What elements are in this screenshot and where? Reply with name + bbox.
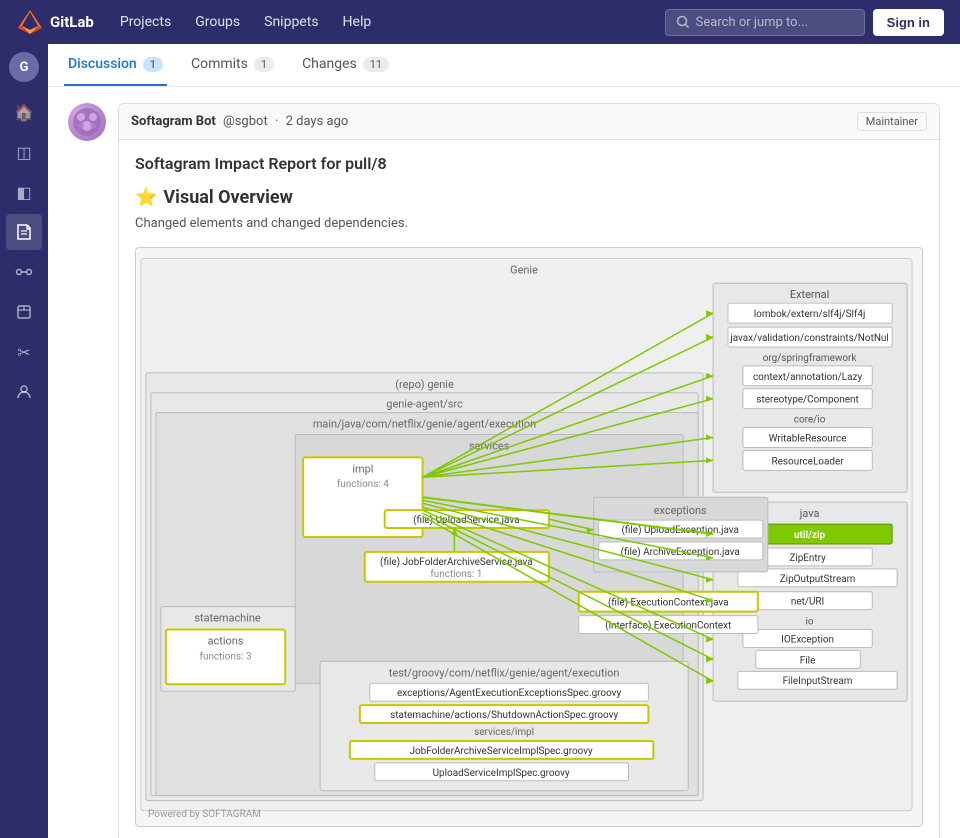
nav-search: Search or jump to... Sign in <box>665 9 944 36</box>
svg-text:External: External <box>790 288 829 301</box>
sidebar-issues-icon[interactable]: ◫ <box>6 134 42 170</box>
svg-text:statemachine: statemachine <box>194 612 261 625</box>
nav-logo[interactable]: GitLab <box>16 8 94 36</box>
svg-text:UploadServiceImplSpec.groovy: UploadServiceImplSpec.groovy <box>433 768 570 779</box>
svg-text:exceptions: exceptions <box>654 504 707 517</box>
sidebar-wiki-icon[interactable]: ✂ <box>6 334 42 370</box>
sidebar-home-icon[interactable]: 🏠 <box>6 94 42 130</box>
sign-in-button[interactable]: Sign in <box>873 9 944 36</box>
sidebar: G 🏠 ◫ ◧ ✂ <box>0 44 48 838</box>
svg-text:util/zip: util/zip <box>794 530 826 541</box>
changes-badge: 11 <box>363 57 389 72</box>
sidebar-repo-icon[interactable] <box>6 214 42 250</box>
svg-text:java: java <box>799 507 820 520</box>
search-box[interactable]: Search or jump to... <box>665 9 865 36</box>
svg-text:ZipEntry: ZipEntry <box>789 553 826 564</box>
nav-groups[interactable]: Groups <box>185 8 250 36</box>
nav-projects[interactable]: Projects <box>110 8 181 36</box>
sidebar-pipelines-icon[interactable] <box>6 254 42 290</box>
comment-content: Softagram Impact Report for pull/8 ⭐ Vis… <box>119 140 939 838</box>
svg-text:services: services <box>469 439 510 452</box>
svg-text:impl: impl <box>352 462 373 475</box>
tab-discussion[interactable]: Discussion 1 <box>64 44 167 86</box>
nav-help[interactable]: Help <box>333 8 382 36</box>
sidebar-members-icon[interactable] <box>6 374 42 410</box>
maintainer-badge: Maintainer <box>857 112 927 131</box>
search-icon <box>676 15 690 29</box>
svg-text:context/annotation/Lazy: context/annotation/Lazy <box>753 372 862 383</box>
star-icon: ⭐ <box>135 187 157 208</box>
svg-text:ZipOutputStream: ZipOutputStream <box>780 574 856 585</box>
comment-section: Softagram Bot @sgbot · 2 days ago Mainta… <box>48 87 960 838</box>
svg-text:functions: 4: functions: 4 <box>337 479 389 490</box>
svg-text:javax/validation/constraints/N: javax/validation/constraints/NotNul <box>729 333 889 344</box>
softagram-footer: Powered by SOFTAGRAM <box>148 809 261 820</box>
svg-text:statemachine/actions/ShutdownA: statemachine/actions/ShutdownActionSpec.… <box>390 710 618 721</box>
svg-text:lombok/extern/slf4j/Slf4j: lombok/extern/slf4j/Slf4j <box>754 309 866 320</box>
svg-text:core/io: core/io <box>794 415 826 426</box>
comment-title: Softagram Impact Report for pull/8 <box>135 154 923 173</box>
svg-text:functions: 3: functions: 3 <box>200 651 252 662</box>
avatar <box>68 103 106 141</box>
svg-text:org/springframework: org/springframework <box>763 353 858 364</box>
svg-text:(repo) genie: (repo) genie <box>395 378 454 391</box>
diagram-svg: Genie External lombok/extern/slf4j/Slf4j… <box>136 248 922 826</box>
svg-text:net/URI: net/URI <box>791 597 824 608</box>
svg-text:services/impl: services/impl <box>474 727 534 738</box>
comment-body: Softagram Bot @sgbot · 2 days ago Mainta… <box>118 103 940 838</box>
svg-text:File: File <box>800 655 816 666</box>
sidebar-packages-icon[interactable] <box>6 294 42 330</box>
tabs-bar: Discussion 1 Commits 1 Changes 11 <box>48 44 960 87</box>
commits-badge: 1 <box>254 57 274 72</box>
comment-author-info: Softagram Bot @sgbot · 2 days ago <box>131 114 348 129</box>
tab-changes[interactable]: Changes 11 <box>298 44 393 86</box>
svg-text:io: io <box>806 617 814 628</box>
subtext: Changed elements and changed dependencie… <box>135 216 923 231</box>
svg-text:(file) ArchiveException.java: (file) ArchiveException.java <box>621 547 740 558</box>
svg-text:Genie: Genie <box>510 263 538 276</box>
comment-top-bar: Softagram Bot @sgbot · 2 days ago Mainta… <box>119 104 939 140</box>
nav-links: Projects Groups Snippets Help <box>110 8 381 36</box>
comment-header: Softagram Bot @sgbot · 2 days ago Mainta… <box>68 103 940 838</box>
svg-text:functions: 1: functions: 1 <box>430 569 482 580</box>
diagram-container: Genie External lombok/extern/slf4j/Slf4j… <box>135 247 923 827</box>
sidebar-mr-icon[interactable]: ◧ <box>6 174 42 210</box>
visual-overview-heading: ⭐ Visual Overview <box>135 187 923 208</box>
svg-text:genie-agent/src: genie-agent/src <box>386 398 463 411</box>
svg-text:main/java/com/netflix/genie/ag: main/java/com/netflix/genie/agent/execut… <box>313 418 536 431</box>
svg-text:ResourceLoader: ResourceLoader <box>772 456 845 467</box>
tab-commits[interactable]: Commits 1 <box>187 44 278 86</box>
discussion-badge: 1 <box>143 57 163 72</box>
svg-text:exceptions/AgentExecutionExcep: exceptions/AgentExecutionExceptionsSpec.… <box>397 688 622 699</box>
svg-text:JobFolderArchiveServiceImplSpe: JobFolderArchiveServiceImplSpec.groovy <box>410 746 594 757</box>
svg-text:WritableResource: WritableResource <box>769 433 847 444</box>
sidebar-avatar[interactable]: G <box>9 52 39 82</box>
nav-snippets[interactable]: Snippets <box>254 8 328 36</box>
svg-text:test/groovy/com/netflix/genie/: test/groovy/com/netflix/genie/agent/exec… <box>389 666 620 679</box>
main-content: Discussion 1 Commits 1 Changes 11 <box>48 44 960 838</box>
svg-text:FileInputStream: FileInputStream <box>783 676 853 687</box>
layout: G 🏠 ◫ ◧ ✂ <box>0 44 960 838</box>
svg-text:stereotype/Component: stereotype/Component <box>756 395 858 406</box>
svg-text:actions: actions <box>208 634 244 647</box>
top-nav: GitLab Projects Groups Snippets Help Sea… <box>0 0 960 44</box>
svg-text:IOException: IOException <box>781 634 834 645</box>
